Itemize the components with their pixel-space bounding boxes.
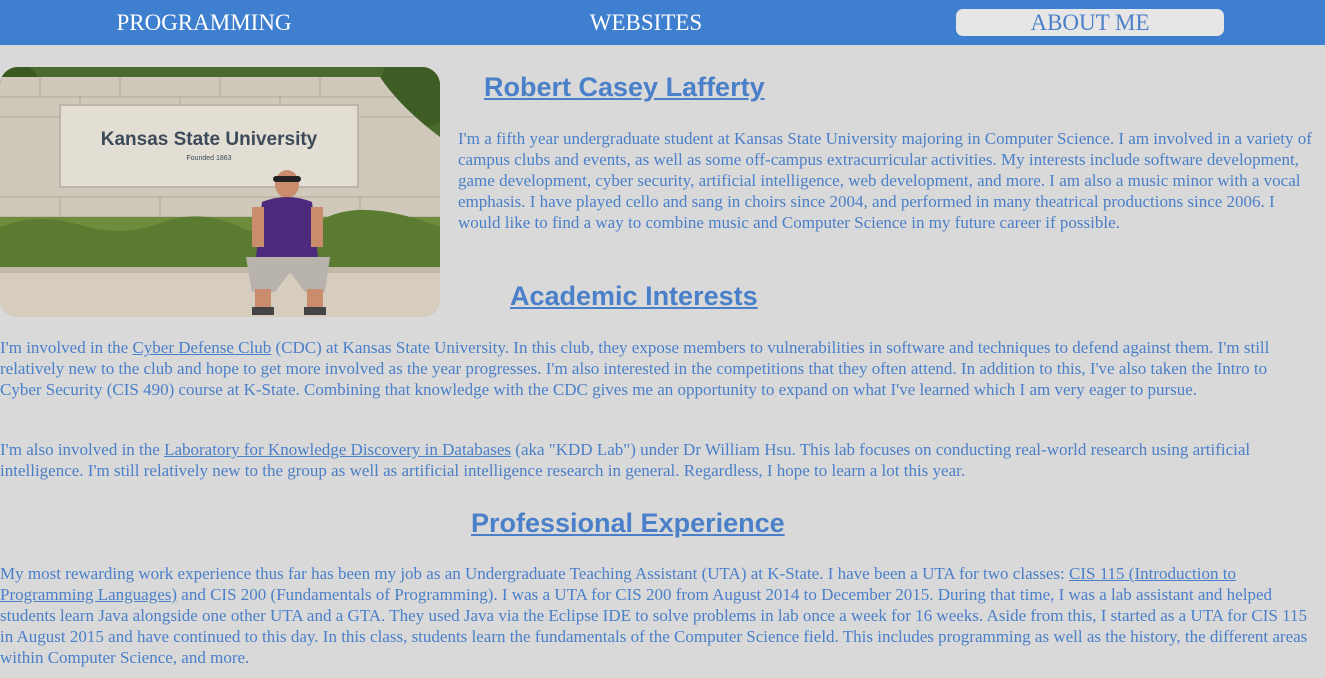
sign-text: Kansas State University <box>101 129 318 150</box>
professional-experience-heading[interactable]: Professional Experience <box>471 508 785 538</box>
academic-interests-heading[interactable]: Academic Interests <box>510 281 758 311</box>
kdd-lab-link[interactable]: Laboratory for Knowledge Discovery in Da… <box>164 440 511 459</box>
cdc-text-pre: I'm involved in the <box>0 338 133 357</box>
cyber-defense-club-link[interactable]: Cyber Defense Club <box>132 338 271 357</box>
profile-photo: Kansas State University Founded 1863 <box>0 67 440 317</box>
cdc-paragraph: I'm involved in the Cyber Defense Club (… <box>0 337 1300 400</box>
kdd-paragraph: I'm also involved in the Laboratory for … <box>0 439 1300 481</box>
name-heading[interactable]: Robert Casey Lafferty <box>484 72 765 102</box>
top-nav: PROGRAMMING WEBSITES ABOUT ME <box>0 0 1325 45</box>
work-text-pre: My most rewarding work experience thus f… <box>0 564 1069 583</box>
work-text-post: and CIS 200 (Fundamentals of Programming… <box>0 585 1308 667</box>
nav-programming[interactable]: PROGRAMMING <box>86 9 322 36</box>
work-paragraph: My most rewarding work experience thus f… <box>0 563 1315 668</box>
nav-websites[interactable]: WEBSITES <box>528 9 764 36</box>
sign-subtext: Founded 1863 <box>186 155 231 162</box>
intro-paragraph: I'm a fifth year undergraduate student a… <box>458 129 1312 232</box>
nav-about-me[interactable]: ABOUT ME <box>956 9 1224 36</box>
kdd-text-pre: I'm also involved in the <box>0 440 165 459</box>
